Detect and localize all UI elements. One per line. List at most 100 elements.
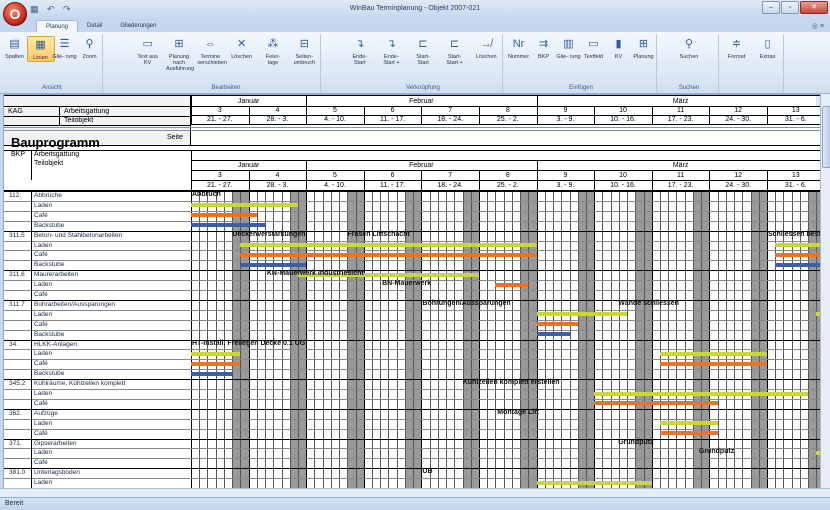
task-bar[interactable] [536,322,578,327]
link-start-start-icon: ⊏ [418,38,428,50]
unlink-button[interactable]: ↛ Löschen [473,36,499,60]
ribbon-button-label: Löschen [475,54,497,60]
task-bar[interactable] [536,312,628,317]
grid-line [536,170,538,190]
text-button[interactable]: ▭ Text aus KV [135,36,161,66]
task-bar[interactable] [240,262,307,267]
holiday-button[interactable]: ⁂ Feier- tage [260,36,286,66]
task-bar[interactable] [421,252,537,257]
col-sub-header: Teilobjekt [64,117,94,124]
link-end-start-plus-button[interactable]: ↴ Ende- Start + [378,36,404,66]
insert-outline-button[interactable]: ▥ Glie- rung [556,36,582,60]
grid-line [767,106,768,125]
bkp-icon: ⇉ [538,38,549,50]
ribbon-button-label: Suchen [679,54,699,60]
outline-button[interactable]: ☰ Glie- rung [52,36,78,60]
insert-outline-icon: ▥ [563,38,574,50]
scroll-thumb[interactable] [822,106,830,168]
close-button[interactable]: ✕ [800,1,828,14]
link-start-start-plus-button[interactable]: ⊏ Start- Start + [442,36,468,66]
task-bar[interactable] [536,332,570,337]
lines-button[interactable]: ▦ Linien [26,36,55,62]
doc-col-sub: Teilobjekt [34,160,64,167]
task-bar[interactable] [775,252,821,257]
table-button[interactable]: ▤ Spalten [2,36,28,60]
ribbon-group-label: Verknüpfung [406,85,440,91]
task-bar[interactable] [240,252,381,257]
task-bar[interactable] [775,262,821,267]
row-bkp: 34. [9,340,19,348]
doc-week-range: 24. - 30. [725,182,752,189]
format-button[interactable]: ≑ Format [724,36,750,60]
task-bar[interactable] [191,223,266,228]
tab-detail[interactable]: Detail [78,20,111,32]
task-bar[interactable] [660,351,767,356]
task-bar[interactable] [421,243,537,247]
kv-button[interactable]: ▮ KV [606,36,632,60]
maximize-button[interactable]: ▫ [781,1,799,14]
task-bar[interactable] [495,282,529,287]
plan-icon: ⊞ [174,38,184,50]
minimize-button[interactable]: – [762,1,780,14]
extras-button[interactable]: ▯ Extras [755,36,781,60]
grid-line [421,170,423,190]
task-bar[interactable] [594,401,718,406]
document-title: Bauprogramm [11,135,100,150]
row-label: Café [34,459,48,467]
number-button[interactable]: Nr Nummer [506,36,532,60]
task-bar[interactable] [660,361,767,366]
row-label: Backstube [34,221,65,229]
row-bkp: 311.5 [9,231,25,239]
task-bar[interactable] [191,203,298,208]
task-bar[interactable] [594,391,809,396]
tab-planung[interactable]: Planung [36,20,79,32]
bkp-button[interactable]: ⇉ BKP [531,36,557,60]
help-icon[interactable]: ◎ ≡ [812,22,824,30]
grid-line [4,478,821,479]
task-label: Kühlzellen komplett erstellen [462,379,560,387]
link-start-start-button[interactable]: ⊏ Start- Start [410,36,436,66]
page-label: Seite [167,134,183,141]
tab-gliederungen[interactable]: Gliederungen [111,20,165,32]
task-bar[interactable] [660,421,718,426]
number-icon: Nr [512,38,525,50]
task-bar[interactable] [775,243,821,247]
grid-line [4,127,821,128]
table-icon: ▤ [9,38,20,50]
title-bar: O ▦ ↶ ↷ WinBau Terminplanung - Objekt 20… [0,0,830,26]
task-bar[interactable] [536,480,652,485]
week-number: 10 [619,107,627,114]
task-bar[interactable] [191,371,233,376]
grid-line [4,349,821,350]
task-bar[interactable] [191,351,241,356]
doc-week-range: 25. - 2. [496,182,519,189]
task-label: Deckenverstärkungen [232,230,306,238]
binoculars-button[interactable]: ⚲ Suchen [676,36,702,60]
task-label: Schliessen best. Liftschacht [768,230,822,238]
move-icon: ⇔ [204,38,216,50]
row-label: Laden [34,419,53,427]
grid-line [421,106,423,125]
plan-button[interactable]: ⊞ Planung nach Ausführung [166,36,194,72]
grid-line [4,458,821,459]
textfield-button[interactable]: ▭ Textfeld [581,36,607,60]
planning-button[interactable]: ⊞ Planung [631,36,657,60]
col-title-header: Arbeitsgattung [64,108,110,115]
row-label: Bohrarbeiten/Aussparungen [34,300,115,308]
task-bar[interactable] [191,213,257,218]
grid-line [4,150,821,151]
task-bar[interactable] [191,361,241,366]
vertical-scrollbar[interactable] [820,94,830,488]
task-bar[interactable] [660,431,718,436]
grid-line [59,106,60,125]
app-menu-button[interactable]: O [3,2,27,26]
zoom-button[interactable]: ⚲ Zoom [77,36,103,60]
move-button[interactable]: ⇔ Termine verschieben [197,36,227,66]
ribbon-button-label: Glie- rung [52,54,77,60]
pagebreak-button[interactable]: ⊟ Seiten- umbruch [291,36,317,66]
week-range: 3. - 9. [556,116,575,123]
delete-button[interactable]: ✕ Löschen [229,36,255,60]
link-end-start-button[interactable]: ↴ Ende- Start [347,36,373,66]
grid-line [594,170,596,190]
ribbon-tabs: Planung Detail Gliederungen [36,20,165,32]
